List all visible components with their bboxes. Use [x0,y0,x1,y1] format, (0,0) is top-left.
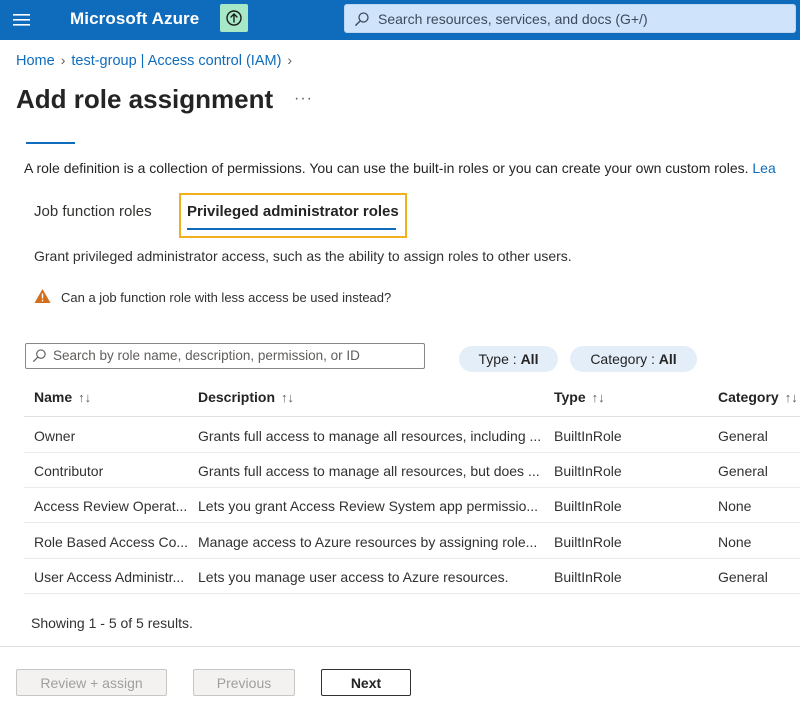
cell-name: Owner [34,428,76,444]
search-icon [355,12,369,26]
sort-icon[interactable]: ↑↓ [281,390,294,405]
column-header-name[interactable]: Name ↑↓ [34,389,91,405]
more-options-button[interactable]: ··· [294,90,313,108]
table-row[interactable]: Contributor Grants full access to manage… [24,453,800,488]
sort-icon[interactable]: ↑↓ [785,390,798,405]
arrow-up-circle-icon [226,10,242,26]
page-title: Add role assignment [16,84,274,114]
cell-category: None [718,534,752,550]
upgrade-button[interactable] [220,4,248,32]
tab-description: Grant privileged administrator access, s… [34,248,572,264]
type-filter-pill[interactable]: Type : All [459,346,558,372]
sort-icon[interactable]: ↑↓ [592,390,605,405]
header-divider [24,416,800,417]
category-filter-value: All [658,351,677,367]
cell-description: Grants full access to manage all resourc… [198,463,540,479]
breadcrumb-home[interactable]: Home [16,53,55,69]
breadcrumb: Home › test-group | Access control (IAM) › [16,52,298,69]
tab-indicator [26,142,75,144]
tab-privileged-administrator-roles[interactable]: Privileged administrator roles [187,203,399,220]
cell-description: Grants full access to manage all resourc… [198,428,542,444]
cell-description: Lets you grant Access Review System app … [198,498,539,514]
results-count: Showing 1 - 5 of 5 results. [31,615,193,631]
cell-category: General [718,428,768,444]
previous-button[interactable]: Previous [193,669,295,696]
cell-description: Lets you manage user access to Azure res… [198,569,509,585]
next-button[interactable]: Next [321,669,411,696]
selected-tab-underline [187,228,396,230]
table-row[interactable]: Owner Grants full access to manage all r… [24,418,800,453]
category-filter-pill[interactable]: Category : All [570,346,697,372]
table-row[interactable]: Role Based Access Co... Manage access to… [24,524,800,559]
menu-icon[interactable] [12,9,32,31]
global-search-input[interactable]: Search resources, services, and docs (G+… [344,4,796,33]
table-row[interactable]: User Access Administr... Lets you manage… [24,559,800,594]
cell-description: Manage access to Azure resources by assi… [198,534,538,550]
role-search-placeholder: Search by role name, description, permis… [53,348,360,363]
chevron-right-icon: › [60,52,66,68]
cell-type: BuiltInRole [554,498,622,514]
table-row[interactable]: Access Review Operat... Lets you grant A… [24,488,800,523]
column-header-category-label: Category [718,389,779,405]
type-filter-value: All [520,351,539,367]
chevron-right-icon: › [287,52,293,68]
cell-category: None [718,498,752,514]
cell-name: Contributor [34,463,104,479]
global-search-placeholder: Search resources, services, and docs (G+… [378,11,648,27]
column-header-description[interactable]: Description ↑↓ [198,389,294,405]
warning-icon [34,289,51,303]
cell-type: BuiltInRole [554,569,622,585]
brand-title[interactable]: Microsoft Azure [70,9,199,29]
footer-divider [0,646,800,647]
column-header-type[interactable]: Type ↑↓ [554,389,605,405]
column-header-name-label: Name [34,389,73,405]
warning-text: Can a job function role with less access… [61,290,392,305]
cell-name: User Access Administr... [34,569,185,585]
cell-name: Access Review Operat... [34,498,188,514]
top-bar: Microsoft Azure Search resources, servic… [0,0,800,40]
review-assign-button[interactable]: Review + assign [16,669,167,696]
breadcrumb-access-control[interactable]: test-group | Access control (IAM) [71,53,281,69]
tab-job-function-roles[interactable]: Job function roles [34,203,152,220]
cell-category: General [718,463,768,479]
intro-body: A role definition is a collection of per… [24,160,749,176]
column-header-category[interactable]: Category ↑↓ [718,389,800,405]
column-header-description-label: Description [198,389,276,405]
intro-text: A role definition is a collection of per… [24,160,776,176]
role-search-input[interactable]: Search by role name, description, permis… [25,343,425,369]
cell-type: BuiltInRole [554,428,622,444]
type-filter-label: Type : [478,351,521,367]
sort-icon[interactable]: ↑↓ [78,390,91,405]
column-header-type-label: Type [554,389,586,405]
search-icon [33,349,46,362]
cell-type: BuiltInRole [554,463,622,479]
category-filter-label: Category : [590,351,659,367]
cell-name: Role Based Access Co... [34,534,189,550]
learn-more-link[interactable]: Lea [752,160,775,176]
cell-type: BuiltInRole [554,534,622,550]
cell-category: General [718,569,768,585]
